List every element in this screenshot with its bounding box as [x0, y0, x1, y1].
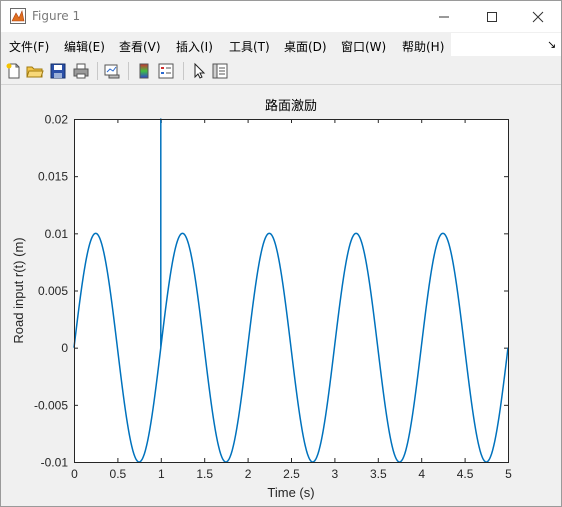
toolbar-separator	[128, 62, 129, 80]
toolbar-separator	[97, 62, 98, 80]
maximize-button[interactable]	[469, 1, 515, 32]
close-icon	[532, 11, 544, 23]
menu-help[interactable]: 帮助(H)	[402, 38, 444, 55]
x-tick-label: 3.5	[370, 467, 387, 481]
x-tick-label: 1	[158, 467, 165, 481]
new-figure-icon[interactable]	[5, 62, 23, 80]
x-tick-label: 2	[245, 467, 252, 481]
y-tick-label: 0.01	[45, 227, 69, 241]
y-tick-label: 0.005	[38, 284, 68, 298]
axes-background	[74, 119, 508, 462]
menu-file[interactable]: 文件(F)	[9, 38, 49, 55]
x-tick-label: 4.5	[457, 467, 474, 481]
minimize-button[interactable]	[421, 1, 467, 32]
print-icon[interactable]	[72, 62, 90, 80]
title-bar[interactable]: Figure 1	[1, 1, 561, 32]
toolbar-separator	[183, 62, 184, 80]
y-tick-label: 0	[61, 341, 68, 355]
edit-plot-arrow-icon[interactable]	[190, 62, 208, 80]
y-tick-label: -0.01	[41, 456, 69, 470]
x-tick-label: 0.5	[110, 467, 127, 481]
menu-desktop[interactable]: 桌面(D)	[284, 38, 327, 55]
link-plot-icon[interactable]	[103, 62, 121, 80]
maximize-icon	[487, 12, 497, 22]
open-file-icon[interactable]	[26, 62, 44, 80]
matlab-figure-icon	[10, 8, 26, 24]
save-icon[interactable]	[49, 62, 67, 80]
menu-tools[interactable]: 工具(T)	[229, 38, 270, 55]
menu-view[interactable]: 查看(V)	[119, 38, 161, 55]
menu-insert[interactable]: 插入(I)	[176, 38, 213, 55]
x-tick-label: 2.5	[283, 467, 300, 481]
minimize-icon	[439, 16, 449, 18]
plot-svg: 0 0.5 1 1.5 2 2.5 3 3.5 4 4.5 5 -0.01 -0.005 0 0.005 0.…	[11, 98, 512, 500]
menu-bar-spacer	[451, 33, 561, 56]
insert-colorbar-icon[interactable]	[135, 62, 153, 80]
x-tick-label: 5	[505, 467, 512, 481]
figure-toolbar	[1, 58, 561, 85]
x-tick-label: 3	[332, 467, 339, 481]
y-tick-label: -0.005	[34, 398, 68, 412]
chart-title: 路面激励	[265, 98, 317, 114]
y-axis-label: Road input r(t) (m)	[11, 237, 26, 343]
x-tick-label: 0	[71, 467, 78, 481]
figure-canvas: 0 0.5 1 1.5 2 2.5 3 3.5 4 4.5 5 -0.01 -0.005 0 0.005 0.…	[2, 85, 561, 506]
x-tick-label: 1.5	[196, 467, 213, 481]
property-inspector-icon[interactable]	[211, 62, 229, 80]
figure-window: Figure 1 文件(F) 编辑(E) 查看(V) 插入(I) 工具(T) 桌…	[0, 0, 562, 507]
insert-legend-icon[interactable]	[157, 62, 175, 80]
window-title: Figure 1	[32, 9, 81, 23]
dock-arrow-icon[interactable]: ↘	[547, 38, 556, 51]
x-tick-label: 4	[418, 467, 425, 481]
menu-edit[interactable]: 编辑(E)	[64, 38, 105, 55]
y-tick-label: 0.02	[45, 113, 69, 127]
close-button[interactable]	[515, 1, 561, 32]
x-axis-label: Time (s)	[267, 485, 314, 500]
y-tick-label: 0.015	[38, 170, 68, 184]
menu-window[interactable]: 窗口(W)	[341, 38, 386, 55]
